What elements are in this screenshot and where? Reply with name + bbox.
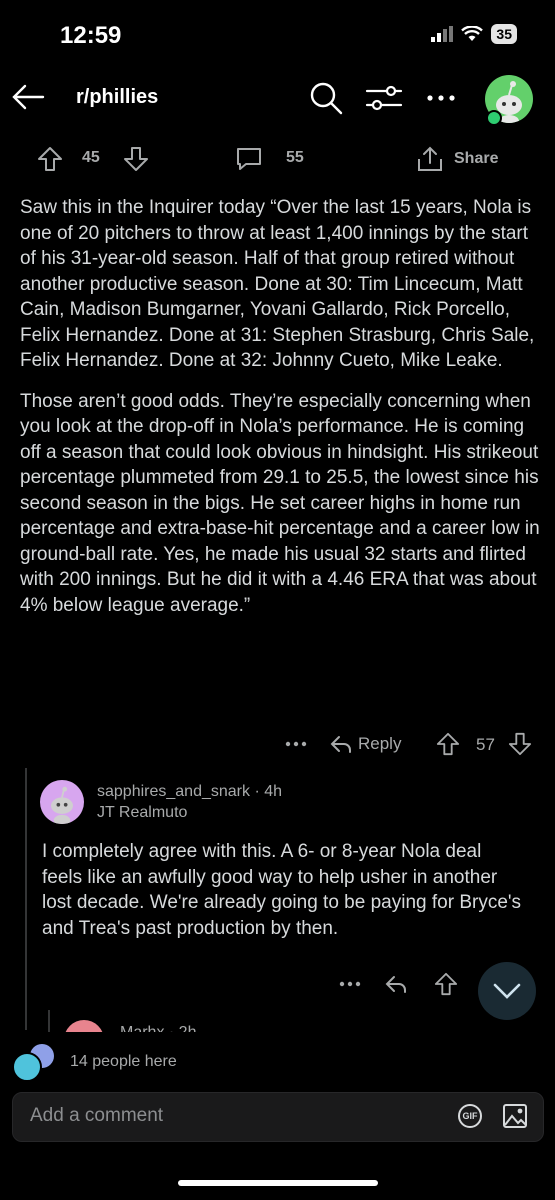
next-comment-preview[interactable]: Marhx · 2h <box>48 1010 548 1032</box>
filter-button[interactable] <box>364 82 404 114</box>
post-paragraph: Those aren’t good odds. They’re especial… <box>20 390 540 616</box>
battery-indicator: 35 <box>491 24 517 44</box>
gif-button[interactable]: GIF <box>455 1103 485 1129</box>
comment-more-button[interactable] <box>336 976 364 992</box>
subreddit-title[interactable]: r/phillies <box>76 86 158 109</box>
comment-username[interactable]: sapphires_and_snark <box>97 783 250 800</box>
reply-label: Reply <box>358 734 402 753</box>
meta-separator: · <box>254 783 265 800</box>
status-icons: 35 <box>431 24 517 44</box>
gif-label: GIF <box>462 1111 478 1121</box>
presence-avatar <box>12 1052 42 1082</box>
share-label: Share <box>454 150 499 167</box>
gif-icon: GIF <box>458 1104 482 1128</box>
more-dots-icon <box>339 981 361 987</box>
back-button[interactable] <box>10 82 46 112</box>
comment-age: 4h <box>264 783 283 800</box>
reply-button[interactable]: Reply <box>330 730 410 758</box>
more-dots-icon <box>427 95 455 101</box>
presence-count: 14 people here <box>70 1053 177 1070</box>
post-vote-count: 45 <box>82 149 100 166</box>
post-body: Saw this in the Inquirer today “Over the… <box>20 195 540 633</box>
comment-upvote-button[interactable] <box>434 730 462 758</box>
share-button[interactable]: Share <box>416 145 528 173</box>
user-flair: JT Realmuto <box>97 804 188 821</box>
post-paragraph: Saw this in the Inquirer today “Over the… <box>20 197 535 371</box>
more-options-button[interactable] <box>424 88 458 108</box>
next-commenter-avatar <box>64 1020 104 1032</box>
add-comment-input[interactable]: Add a comment <box>30 1105 163 1127</box>
search-button[interactable] <box>308 80 344 116</box>
post-more-button[interactable] <box>282 734 310 754</box>
image-icon <box>503 1104 527 1128</box>
comment-downvote-button[interactable] <box>506 730 534 758</box>
commenter-avatar[interactable] <box>40 780 84 824</box>
post-comment-count: 55 <box>286 149 304 166</box>
upvote-arrow-icon <box>436 732 460 756</box>
scroll-down-button[interactable] <box>478 962 536 1020</box>
image-upload-button[interactable] <box>500 1101 530 1131</box>
signal-icon <box>431 26 454 42</box>
post-reply-row: Reply 57 <box>0 730 555 758</box>
next-comment-author: Marhx · 2h <box>120 1024 196 1032</box>
upvote-arrow-icon <box>38 147 62 171</box>
thread-line-segment <box>48 1010 50 1032</box>
wifi-icon <box>461 26 484 41</box>
downvote-arrow-icon <box>508 732 532 756</box>
downvote-button[interactable] <box>120 145 152 173</box>
snoo-avatar-icon <box>51 786 73 824</box>
reply-upvote-button[interactable] <box>432 970 460 998</box>
share-icon <box>418 146 442 171</box>
upvote-arrow-icon <box>434 972 458 996</box>
comment-bubble-icon <box>237 148 261 170</box>
reply-arrow-icon <box>385 976 406 993</box>
upvote-button[interactable] <box>34 145 66 173</box>
downvote-arrow-icon <box>124 147 148 171</box>
home-indicator[interactable] <box>178 1180 378 1186</box>
back-arrow-icon <box>12 84 45 110</box>
chevron-down-icon <box>493 983 521 999</box>
online-status-dot <box>486 110 502 126</box>
comment-author-line: sapphires_and_snark · 4h <box>97 783 282 801</box>
comment-body: I completely agree with this. A 6- or 8-… <box>42 841 522 939</box>
status-time: 12:59 <box>60 22 122 49</box>
search-icon <box>310 82 343 115</box>
comment-action-row <box>0 970 555 998</box>
reply-arrow-icon <box>330 736 351 753</box>
sliders-icon <box>365 85 403 111</box>
comment-reply-button[interactable] <box>382 972 410 996</box>
post-action-bar: 45 55 Share <box>0 145 555 173</box>
comment-score: 57 <box>476 735 495 754</box>
more-dots-icon <box>285 741 307 747</box>
comments-button[interactable] <box>232 145 266 173</box>
